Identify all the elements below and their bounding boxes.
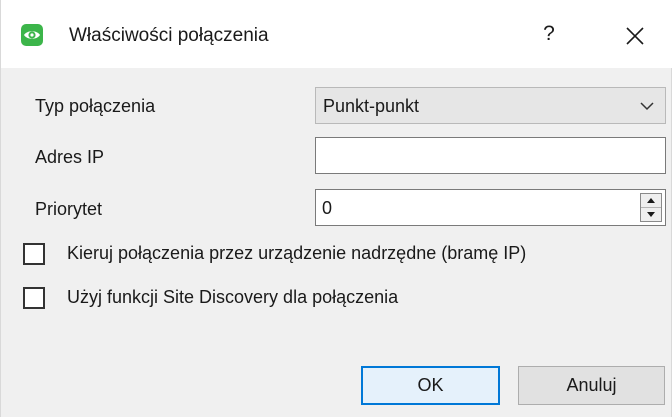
ok-button[interactable]: OK — [361, 366, 500, 405]
site-discovery-label[interactable]: Użyj funkcji Site Discovery dla połączen… — [67, 285, 398, 309]
priority-label: Priorytet — [35, 199, 103, 219]
ip-address-label: Adres IP — [35, 147, 105, 167]
triangle-down-icon — [647, 212, 655, 217]
close-button[interactable] — [619, 20, 651, 52]
connection-type-label: Typ połączenia — [35, 96, 156, 116]
route-via-master-label[interactable]: Kieruj połączenia przez urządzenie nadrz… — [67, 241, 526, 265]
connection-type-select[interactable]: Punkt-punkt — [315, 87, 666, 124]
spin-up-button[interactable] — [641, 194, 661, 208]
chevron-down-icon — [640, 102, 654, 111]
title-bar: Właściwości połączenia ? — [1, 0, 672, 68]
priority-spinbox[interactable]: 0 — [315, 189, 666, 226]
triangle-up-icon — [647, 198, 655, 203]
spin-down-button[interactable] — [641, 208, 661, 221]
site-discovery-checkbox[interactable] — [23, 287, 45, 309]
help-button[interactable]: ? — [531, 16, 567, 52]
eye-icon — [21, 24, 43, 46]
window-title: Właściwości połączenia — [69, 25, 269, 46]
cancel-button[interactable]: Anuluj — [518, 366, 665, 405]
spin-buttons — [640, 193, 662, 222]
connection-properties-dialog: Właściwości połączenia ? Typ połączenia … — [0, 0, 672, 417]
ip-address-input[interactable] — [315, 137, 666, 174]
close-icon — [626, 27, 644, 45]
connection-type-value: Punkt-punkt — [323, 96, 420, 116]
priority-value: 0 — [322, 198, 333, 218]
route-via-master-checkbox[interactable] — [23, 243, 45, 265]
